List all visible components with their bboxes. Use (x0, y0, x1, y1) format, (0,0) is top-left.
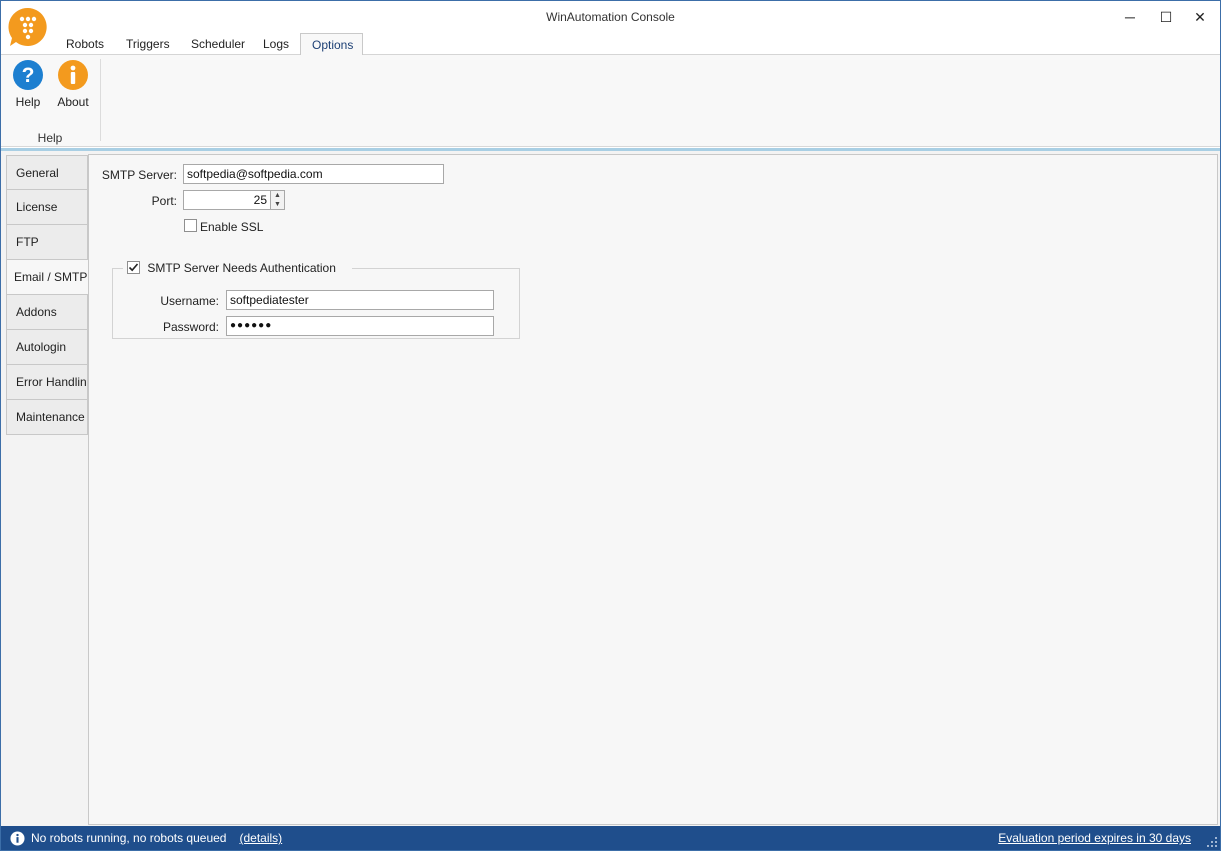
sidebar-item-addons[interactable]: Addons (6, 295, 88, 330)
evaluation-link[interactable]: Evaluation period expires in 30 days (998, 826, 1191, 850)
sidebar-item-autologin[interactable]: Autologin (6, 330, 88, 365)
close-button[interactable]: ✕ (1186, 5, 1214, 29)
info-icon (10, 830, 25, 846)
content-area: General License FTP Email / SMTP Addons … (1, 151, 1220, 827)
title-bar: WinAutomation Console ─ ☐ ✕ (1, 1, 1220, 47)
window-title: WinAutomation Console (546, 10, 675, 24)
about-button[interactable]: About (52, 59, 94, 109)
password-input[interactable]: ●●●●●● (226, 316, 494, 336)
options-sidebar: General License FTP Email / SMTP Addons … (6, 155, 90, 435)
enable-ssl-checkbox[interactable] (184, 219, 197, 232)
help-button-label: Help (15, 95, 41, 109)
status-text: No robots running, no robots queued (31, 831, 227, 845)
app-logo-icon[interactable] (8, 7, 48, 47)
tab-options[interactable]: Options (300, 33, 363, 56)
password-label: Password: (162, 320, 219, 334)
smtp-server-label: SMTP Server: (101, 168, 177, 182)
tab-triggers[interactable]: Triggers (115, 33, 181, 55)
sidebar-item-ftp[interactable]: FTP (6, 225, 88, 260)
ribbon-panel: ? Help About Help (1, 55, 1220, 147)
help-button[interactable]: ? Help (7, 59, 49, 109)
sidebar-item-license[interactable]: License (6, 190, 88, 225)
resize-grip-icon[interactable] (1206, 836, 1218, 848)
username-label: Username: (160, 294, 219, 308)
sidebar-item-email-smtp[interactable]: Email / SMTP (6, 260, 90, 295)
sidebar-item-general[interactable]: General (6, 155, 88, 190)
port-label: Port: (151, 194, 177, 208)
username-input[interactable]: softpediatester (226, 290, 494, 310)
port-stepper[interactable]: ▲ ▼ (271, 190, 285, 210)
info-icon (58, 60, 88, 90)
ribbon-tab-bar: Robots Triggers Scheduler Logs Options (1, 33, 1220, 56)
details-link[interactable]: (details) (239, 826, 282, 850)
checkmark-icon (128, 263, 139, 272)
authentication-legend: SMTP Server Needs Authentication (123, 260, 352, 276)
auth-checkbox[interactable] (127, 261, 140, 274)
about-button-label: About (57, 95, 89, 109)
app-window: WinAutomation Console ─ ☐ ✕ Robots Trigg… (0, 0, 1221, 851)
auth-label: SMTP Server Needs Authentication (147, 261, 336, 275)
help-icon: ? (13, 60, 43, 90)
email-smtp-panel: SMTP Server: softpedia@softpedia.com Por… (88, 154, 1218, 825)
ribbon-group-label: Help (37, 131, 63, 145)
tab-robots[interactable]: Robots (55, 33, 115, 55)
chevron-down-icon[interactable]: ▼ (271, 200, 284, 209)
port-input[interactable]: 25 (183, 190, 271, 210)
status-bar: No robots running, no robots queued (det… (1, 826, 1220, 850)
sidebar-item-error-handling[interactable]: Error Handling (6, 365, 88, 400)
chevron-up-icon[interactable]: ▲ (271, 191, 284, 200)
tab-logs[interactable]: Logs (252, 33, 300, 55)
enable-ssl-label: Enable SSL (200, 220, 264, 234)
sidebar-item-maintenance[interactable]: Maintenance (6, 400, 88, 435)
maximize-button[interactable]: ☐ (1152, 5, 1180, 29)
minimize-button[interactable]: ─ (1116, 5, 1144, 29)
tab-scheduler[interactable]: Scheduler (180, 33, 256, 55)
ribbon-group-separator (100, 59, 101, 141)
svg-text:?: ? (22, 64, 35, 87)
status-left: No robots running, no robots queued (det… (10, 826, 282, 850)
smtp-server-input[interactable]: softpedia@softpedia.com (183, 164, 444, 184)
